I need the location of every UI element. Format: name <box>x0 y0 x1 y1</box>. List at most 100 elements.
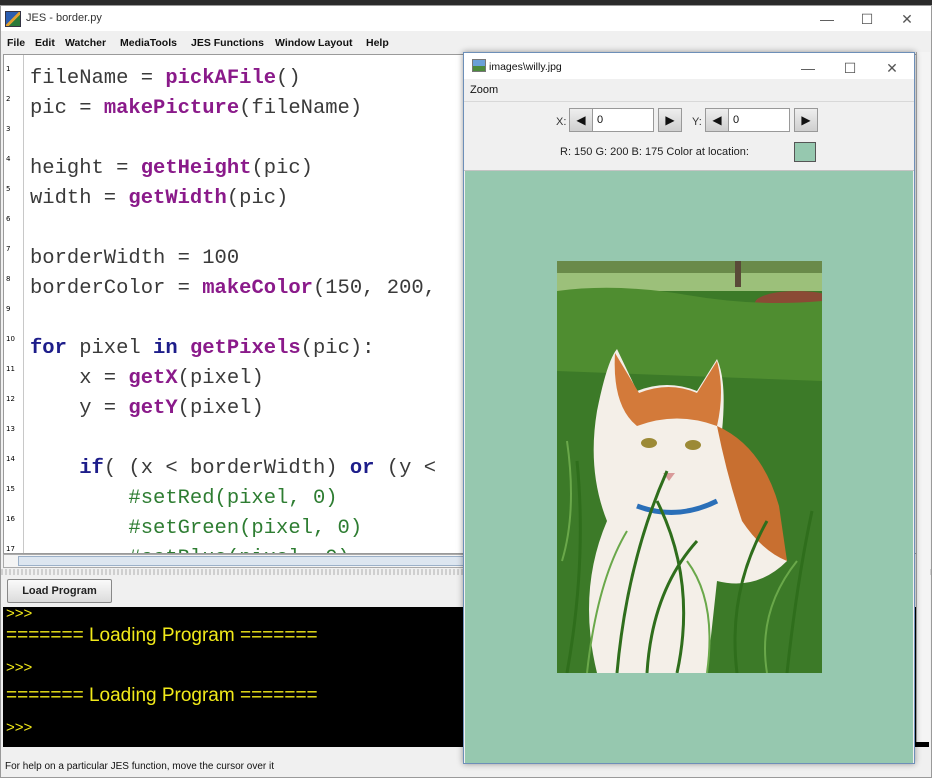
function-name: getWidth <box>128 187 227 210</box>
y-decrement-button[interactable]: ◀ <box>705 108 729 132</box>
line-number: 14 <box>6 455 15 463</box>
line-number: 17 <box>6 545 15 553</box>
image-file-icon <box>472 59 486 72</box>
function-name: getPixels <box>189 337 301 360</box>
console-line: >>> <box>6 659 33 676</box>
menu-watcher[interactable]: Watcher <box>65 37 106 49</box>
code-text: (pic) <box>251 157 313 180</box>
y-coordinate-input[interactable]: 0 <box>728 108 790 132</box>
comment-text: #setGreen(pixel, 0) <box>30 517 363 540</box>
menu-window-layout[interactable]: Window Layout <box>275 37 352 49</box>
code-text: width = <box>30 187 129 210</box>
menu-edit[interactable]: Edit <box>35 37 55 49</box>
cat-photo <box>557 261 822 673</box>
code-text: height = <box>30 157 141 180</box>
code-line: pic = makePicture(fileName) <box>30 97 362 120</box>
code-text: ( (x < borderWidth) <box>103 457 350 480</box>
x-label: X: <box>556 116 567 128</box>
line-number: 2 <box>6 95 11 103</box>
line-number: 7 <box>6 245 11 253</box>
color-swatch <box>794 142 816 162</box>
menu-zoom[interactable]: Zoom <box>470 84 498 96</box>
image-minimize-icon[interactable]: — <box>788 57 828 79</box>
code-text: (fileName) <box>239 97 363 120</box>
keyword: in <box>153 337 178 360</box>
code-text: borderWidth = 100 <box>30 247 240 270</box>
rgb-readout: R: 150 G: 200 B: 175 Color at location: <box>560 146 749 158</box>
code-text: (y < <box>374 457 449 480</box>
keyword: if <box>79 457 104 480</box>
pixel-controls: X: ◀ 0 ▶ Y: ◀ 0 ▶ R: 150 G: 200 B: 175 C… <box>464 101 914 171</box>
jes-titlebar[interactable]: JES - border.py — ☐ ✕ <box>1 6 931 31</box>
maximize-icon[interactable]: ☐ <box>847 8 887 30</box>
console-vertical-scrollbar[interactable] <box>916 52 930 742</box>
image-window-title: images\willy.jpg <box>489 61 562 73</box>
console-line: >>> <box>6 719 33 736</box>
line-number: 15 <box>6 485 15 493</box>
code-line: fileName = pickAFile() <box>30 67 301 90</box>
code-text: borderColor = <box>30 277 203 300</box>
menu-mediatools[interactable]: MediaTools <box>120 37 177 49</box>
code-text: (pixel) <box>177 367 264 390</box>
image-menubar: Zoom <box>464 79 914 99</box>
line-number: 12 <box>6 395 15 403</box>
y-increment-button[interactable]: ▶ <box>794 108 818 132</box>
menu-jes-functions[interactable]: JES Functions <box>191 37 264 49</box>
keyword: for <box>30 337 67 360</box>
line-number-gutter: 1 2 3 4 5 6 7 8 9 10 11 12 13 14 15 16 17 <box>4 55 24 553</box>
code-line: #setGreen(pixel, 0) <box>30 517 362 540</box>
code-line: width = getWidth(pic) <box>30 187 288 210</box>
line-number: 13 <box>6 425 15 433</box>
x-decrement-button[interactable]: ◀ <box>569 108 593 132</box>
console-line: ======= Loading Program ======= <box>6 625 318 646</box>
function-name: getHeight <box>140 157 252 180</box>
code-line: borderColor = makeColor(150, 200, <box>30 277 436 300</box>
comment-text: #setRed(pixel, 0) <box>30 487 338 510</box>
line-number: 9 <box>6 305 11 313</box>
line-number: 16 <box>6 515 15 523</box>
code-text: y = <box>30 397 129 420</box>
line-number: 8 <box>6 275 11 283</box>
code-text: pixel <box>66 337 154 360</box>
jes-menubar: File Edit Watcher MediaTools JES Functio… <box>1 34 931 54</box>
x-increment-button[interactable]: ▶ <box>658 108 682 132</box>
line-number: 5 <box>6 185 11 193</box>
load-program-button[interactable]: Load Program <box>7 579 112 603</box>
code-text: pic = <box>30 97 104 120</box>
code-line: #setRed(pixel, 0) <box>30 487 338 510</box>
code-line: #setBlue(pixel, 0) <box>30 547 349 553</box>
cat-photo-drawing <box>557 261 822 673</box>
image-close-icon[interactable]: ✕ <box>872 57 912 79</box>
image-maximize-icon[interactable]: ☐ <box>830 57 870 79</box>
x-coordinate-input[interactable]: 0 <box>592 108 654 132</box>
menu-file[interactable]: File <box>7 37 25 49</box>
line-number: 6 <box>6 215 11 223</box>
image-canvas[interactable] <box>465 171 913 763</box>
code-line: if( (x < borderWidth) or (y < <box>30 457 448 480</box>
code-line: height = getHeight(pic) <box>30 157 313 180</box>
image-window: images\willy.jpg — ☐ ✕ Zoom X: ◀ 0 ▶ Y: … <box>463 52 915 764</box>
line-number: 11 <box>6 365 15 373</box>
minimize-icon[interactable]: — <box>807 8 847 30</box>
code-line: x = getX(pixel) <box>30 367 264 390</box>
code-text: (150, 200, <box>312 277 436 300</box>
image-window-titlebar[interactable]: images\willy.jpg — ☐ ✕ <box>464 53 914 79</box>
code-text: () <box>276 67 301 90</box>
comment-text: #setBlue(pixel, 0) <box>30 547 349 553</box>
console-line: ======= Loading Program ======= <box>6 685 318 706</box>
close-icon[interactable]: ✕ <box>887 8 927 30</box>
code-line: borderWidth = 100 <box>30 247 239 270</box>
console-line: >>> <box>6 607 33 622</box>
line-number: 4 <box>6 155 11 163</box>
code-text: (pic) <box>226 187 289 210</box>
jes-window-title: JES - border.py <box>26 12 102 24</box>
line-number: 1 <box>6 65 11 73</box>
y-label: Y: <box>692 116 702 128</box>
function-name: makeColor <box>202 277 313 300</box>
function-name: getY <box>128 397 178 420</box>
code-text: x = <box>30 367 129 390</box>
menu-help[interactable]: Help <box>366 37 389 49</box>
code-line: for pixel in getPixels(pic): <box>30 337 374 360</box>
